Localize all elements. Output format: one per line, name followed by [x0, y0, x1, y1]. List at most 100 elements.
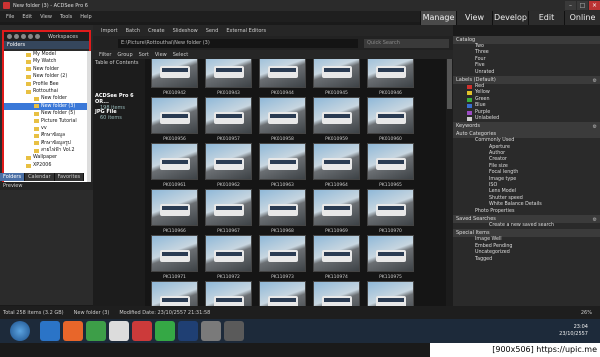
thumbnail-item[interactable]: PK110969 — [310, 189, 363, 241]
up-icon[interactable] — [21, 34, 26, 39]
thumbnail-item[interactable]: PK110965 — [364, 143, 417, 195]
tree-item[interactable]: New folder — [4, 66, 91, 73]
thumbnail-item[interactable]: PK110976 — [148, 281, 201, 306]
menu-help[interactable]: Help — [80, 14, 91, 20]
tree-item[interactable]: New folder (5) — [4, 110, 91, 117]
firefox-icon[interactable] — [63, 321, 83, 341]
menu-edit[interactable]: Edit — [22, 14, 32, 20]
tree-item[interactable]: XP2006 — [4, 162, 91, 169]
thumbnail-item[interactable]: PK010962 — [202, 143, 255, 195]
quick-search-input[interactable]: Quick Search — [364, 38, 449, 48]
close-button[interactable]: × — [589, 1, 600, 10]
tree-item[interactable]: ศึกษาข้อมูลรูป — [4, 140, 91, 147]
preview-pane: Preview — [0, 182, 93, 305]
tree-item[interactable]: Rottouthai — [4, 88, 91, 95]
tab-develop[interactable]: Develop — [492, 11, 528, 25]
thumbnail-item[interactable]: PK110973 — [256, 235, 309, 287]
clock[interactable]: 23:04 23/10/2557 — [559, 324, 588, 338]
thumbnail-item[interactable]: PK110972 — [202, 235, 255, 287]
thumbnail-item[interactable]: PK110971 — [148, 235, 201, 287]
tree-item[interactable]: My Model — [4, 51, 91, 58]
thumbnail-item[interactable]: PK110964 — [310, 143, 363, 195]
line-icon[interactable] — [155, 321, 175, 341]
photoshop-icon[interactable] — [178, 321, 198, 341]
path-field[interactable]: E:\Picture\Rottouthai\New folder (3) — [118, 38, 358, 48]
sort-menu[interactable]: Sort — [139, 52, 149, 58]
photo-thumbnail — [151, 59, 198, 88]
view-menu[interactable]: View — [155, 52, 167, 58]
grid-scrollbar[interactable] — [446, 59, 453, 306]
scroll-thumb[interactable] — [447, 59, 452, 109]
thumbnail-item[interactable]: PK110963 — [256, 143, 309, 195]
special-item[interactable]: Tagged — [453, 257, 600, 263]
thumbnail-item[interactable]: PK110968 — [256, 189, 309, 241]
create-menu[interactable]: Create — [148, 28, 165, 34]
thumbnail-item[interactable]: PK110980 — [364, 281, 417, 306]
forward-icon[interactable] — [14, 34, 19, 39]
tree-scrollbar[interactable] — [87, 51, 91, 198]
send-menu[interactable]: Send — [206, 28, 219, 34]
thumbnail-label: PK110971 — [163, 275, 186, 280]
app-icon[interactable] — [109, 321, 129, 341]
media-icon[interactable] — [224, 321, 244, 341]
keywords-header[interactable]: Keywords ⚙ — [453, 122, 600, 131]
group-menu[interactable]: Group — [117, 52, 132, 58]
external-editors-menu[interactable]: External Editors — [226, 28, 266, 34]
select-menu[interactable]: Select — [173, 52, 188, 58]
thumbnail-item[interactable]: PK010961 — [148, 143, 201, 195]
thumbnail-item[interactable]: PK110974 — [310, 235, 363, 287]
refresh-icon[interactable] — [28, 34, 33, 39]
chrome-icon[interactable] — [86, 321, 106, 341]
tab-calendar[interactable]: Calendar — [25, 173, 55, 181]
tree-item[interactable]: New folder (2) — [4, 73, 91, 80]
tree-item-selected[interactable]: New folder (3) — [4, 102, 91, 111]
tab-favorites[interactable]: Favorites — [54, 173, 85, 181]
photo-thumbnail — [313, 143, 360, 180]
toc-group[interactable]: JPG File 60 items — [95, 109, 145, 121]
tree-item[interactable]: vv — [4, 125, 91, 132]
labels-header[interactable]: Labels (Default) ⚙ — [453, 75, 600, 84]
thumbnail-item[interactable]: PK010959 — [310, 97, 363, 149]
minimize-button[interactable]: – — [565, 1, 576, 10]
thumbnail-item[interactable]: PK110975 — [364, 235, 417, 287]
maximize-button[interactable]: □ — [577, 1, 588, 10]
tab-online[interactable]: Online — [564, 11, 600, 25]
tree-item[interactable]: Wallpaper — [4, 154, 91, 161]
tab-view[interactable]: View — [456, 11, 492, 25]
menu-file[interactable]: File — [6, 14, 14, 20]
filter-menu[interactable]: Filter — [99, 52, 111, 58]
tree-item[interactable]: New folder — [4, 95, 91, 102]
batch-menu[interactable]: Batch — [126, 28, 140, 34]
thumbnail-item[interactable]: PK010956 — [148, 97, 201, 149]
tools-icon[interactable] — [201, 321, 221, 341]
tab-folders[interactable]: Folders — [0, 173, 26, 181]
menu-tools[interactable]: Tools — [60, 14, 72, 20]
menu-view[interactable]: View — [40, 14, 52, 20]
acdsee-icon[interactable] — [132, 321, 152, 341]
thumbnail-item[interactable]: PK110966 — [148, 189, 201, 241]
tree-item[interactable]: My Watch — [4, 58, 91, 65]
thumbnail-item[interactable]: PK010958 — [256, 97, 309, 149]
ie-icon[interactable] — [40, 321, 60, 341]
slideshow-menu[interactable]: Slideshow — [173, 28, 198, 34]
thumbnail-item[interactable]: PK010957 — [202, 97, 255, 149]
thumbnail-item[interactable]: PK110967 — [202, 189, 255, 241]
tree-item[interactable]: ศึกษาข้อมูล — [4, 132, 91, 139]
thumbnail-label: PK010957 — [217, 137, 240, 142]
start-button-icon[interactable] — [10, 321, 30, 341]
tree-item[interactable]: Profile Bee — [4, 81, 91, 88]
home-icon[interactable] — [35, 34, 40, 39]
thumbnail-item[interactable]: PK110977 — [202, 281, 255, 306]
workspaces-button[interactable]: Workspaces — [48, 34, 78, 40]
tree-item[interactable]: Picture Tutorial — [4, 118, 91, 125]
tab-manage[interactable]: Manage — [420, 11, 456, 25]
thumbnail-item[interactable]: PK110970 — [364, 189, 417, 241]
tree-item[interactable]: สายไฟฟ้า Vol.2 — [4, 147, 91, 154]
thumbnail-item[interactable]: PK010960 — [364, 97, 417, 149]
import-menu[interactable]: Import — [101, 28, 118, 34]
thumbnail-item[interactable]: PK110978 — [256, 281, 309, 306]
back-icon[interactable] — [7, 34, 12, 39]
thumbnail-item[interactable]: PK110979 — [310, 281, 363, 306]
saved-searches-header[interactable]: Saved Searches ⚙ — [453, 214, 600, 223]
tab-edit[interactable]: Edit — [528, 11, 564, 25]
